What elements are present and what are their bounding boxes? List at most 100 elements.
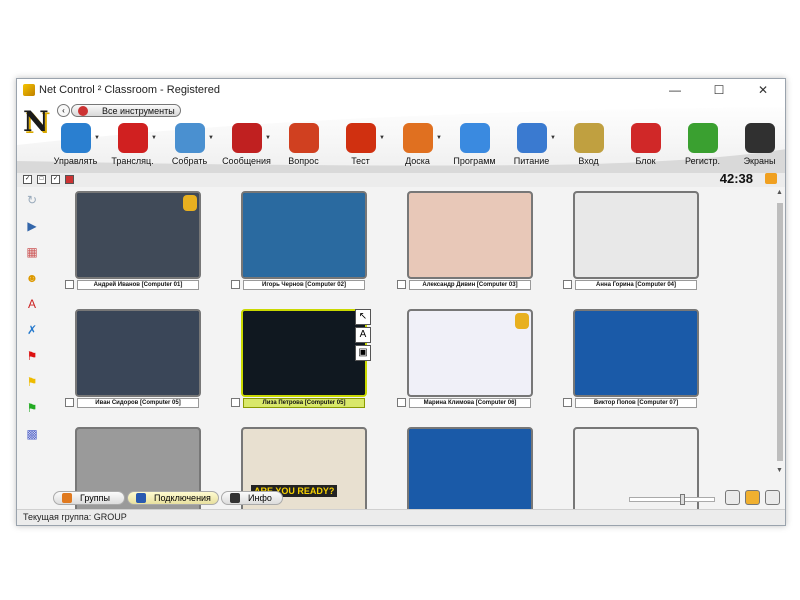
computer-tile[interactable]: Анна Горина [Computer 04] bbox=[561, 191, 711, 291]
thumbnail-size-slider[interactable] bbox=[629, 494, 715, 505]
tile-checkbox[interactable] bbox=[65, 398, 74, 407]
tool-label: Управлять bbox=[53, 156, 98, 166]
screen-thumbnail[interactable] bbox=[407, 191, 533, 279]
tool-button[interactable]: Вопрос bbox=[275, 123, 332, 173]
group-icon[interactable]: ▩ bbox=[23, 425, 41, 443]
tool-label: Экраны bbox=[743, 156, 776, 166]
pointer-icon[interactable]: ↖ bbox=[355, 309, 371, 325]
tool-button[interactable]: Тест ▼ bbox=[332, 123, 389, 173]
tool-label: Вопрос bbox=[288, 156, 319, 166]
select-all-checkbox[interactable]: ✓ bbox=[23, 175, 32, 184]
stop-icon[interactable] bbox=[65, 175, 74, 184]
vertical-scrollbar[interactable]: ▲ ▼ bbox=[775, 189, 785, 477]
tab-info-label: Инфо bbox=[248, 493, 272, 503]
login-icon bbox=[573, 123, 604, 153]
computer-tile[interactable]: Александр Дивин [Computer 03] bbox=[395, 191, 545, 291]
yellow-flag-icon[interactable]: ⚑ bbox=[23, 373, 41, 391]
screen-thumbnail[interactable] bbox=[75, 309, 201, 397]
all-tools-button[interactable]: Все инструменты bbox=[71, 104, 181, 117]
select-none-checkbox[interactable]: □ bbox=[37, 175, 46, 184]
green-flag-icon[interactable]: ⚑ bbox=[23, 399, 41, 417]
tool-button[interactable]: Управлять ▼ bbox=[47, 123, 104, 173]
tool-button[interactable]: Программ bbox=[446, 123, 503, 173]
red-flag-icon[interactable]: ⚑ bbox=[23, 347, 41, 365]
computer-tile[interactable]: Лиза Петрова [Computer 05] ↖ A ▣ bbox=[229, 309, 379, 409]
tool-label: Питание bbox=[513, 156, 550, 166]
chevron-down-icon[interactable]: ▼ bbox=[550, 135, 556, 141]
tile-checkbox[interactable] bbox=[397, 398, 406, 407]
user-button[interactable] bbox=[745, 490, 760, 505]
scroll-down-icon[interactable]: ▼ bbox=[776, 467, 783, 474]
tools-cross-icon[interactable]: ✗ bbox=[23, 321, 41, 339]
screen-icon[interactable]: ▣ bbox=[355, 345, 371, 361]
grid-view-icon[interactable]: ▦ bbox=[23, 243, 41, 261]
tile-checkbox[interactable] bbox=[563, 280, 572, 289]
tile-checkbox[interactable] bbox=[563, 398, 572, 407]
status-text: Текущая группа: GROUP bbox=[23, 512, 127, 522]
tile-checkbox[interactable] bbox=[397, 280, 406, 289]
chevron-down-icon[interactable]: ▼ bbox=[379, 135, 385, 141]
scroll-thumb[interactable] bbox=[777, 203, 783, 461]
bag-icon[interactable] bbox=[765, 173, 777, 184]
invert-checkbox[interactable]: ✓ bbox=[51, 175, 60, 184]
tool-button[interactable]: Вход bbox=[560, 123, 617, 173]
chevron-down-icon[interactable]: ▼ bbox=[94, 135, 100, 141]
chevron-down-icon[interactable]: ▼ bbox=[208, 135, 214, 141]
tool-button[interactable]: Питание ▼ bbox=[503, 123, 560, 173]
layout-button[interactable] bbox=[765, 490, 780, 505]
tab-info[interactable]: Инфо bbox=[221, 491, 283, 505]
screen-thumbnail[interactable] bbox=[573, 309, 699, 397]
text-icon[interactable]: A bbox=[23, 295, 41, 313]
tool-button[interactable]: Сообщения ▼ bbox=[218, 123, 275, 173]
computer-tile[interactable]: Андрей Иванов [Computer 01] bbox=[63, 191, 213, 291]
session-clock: 42:38 bbox=[719, 171, 753, 186]
bottom-tabs: Группы Подключения Инфо bbox=[17, 489, 785, 507]
message-icon bbox=[231, 123, 262, 153]
maximize-button[interactable]: ☐ bbox=[697, 79, 741, 101]
computer-tile[interactable]: Игорь Чернов [Computer 02] bbox=[229, 191, 379, 291]
screens-icon bbox=[744, 123, 775, 153]
tab-groups[interactable]: Группы bbox=[53, 491, 125, 505]
screen-thumbnail[interactable] bbox=[75, 191, 201, 279]
tool-label: Сообщения bbox=[222, 156, 271, 166]
minimize-button[interactable]: — bbox=[653, 79, 697, 101]
tool-label: Вход bbox=[578, 156, 599, 166]
users-icon[interactable]: ☻ bbox=[23, 269, 41, 287]
connections-icon bbox=[136, 493, 146, 503]
computer-tile[interactable]: Виктор Попов [Computer 07] bbox=[561, 309, 711, 409]
tool-button[interactable]: Блок bbox=[617, 123, 674, 173]
close-button[interactable]: ✕ bbox=[741, 79, 785, 101]
tool-button[interactable]: Доска ▼ bbox=[389, 123, 446, 173]
monitor-arrow-icon[interactable]: ▶ bbox=[23, 217, 41, 235]
tool-button[interactable]: Собрать ▼ bbox=[161, 123, 218, 173]
refresh-icon[interactable]: ↻ bbox=[23, 191, 41, 209]
tool-button[interactable]: Регистр. bbox=[674, 123, 731, 173]
tool-button[interactable]: Экраны bbox=[731, 123, 785, 173]
screen-thumbnail[interactable] bbox=[407, 309, 533, 397]
computer-name-label: Марина Климова [Computer 06] bbox=[409, 398, 531, 408]
screen-image bbox=[409, 193, 531, 277]
chevron-down-icon[interactable]: ▼ bbox=[436, 135, 442, 141]
tile-checkbox[interactable] bbox=[65, 280, 74, 289]
tile-checkbox[interactable] bbox=[231, 280, 240, 289]
screen-thumbnail[interactable] bbox=[241, 191, 367, 279]
broadcast-icon bbox=[117, 123, 148, 153]
screen-thumbnail[interactable] bbox=[573, 191, 699, 279]
chevron-down-icon[interactable]: ▼ bbox=[265, 135, 271, 141]
slider-knob[interactable] bbox=[680, 494, 685, 505]
annotate-icon[interactable]: A bbox=[355, 327, 371, 343]
tab-connections[interactable]: Подключения bbox=[127, 491, 219, 505]
tool-button[interactable]: Трансляц. ▼ bbox=[104, 123, 161, 173]
tools-icon bbox=[78, 105, 88, 116]
back-circle-button[interactable]: ‹ bbox=[57, 104, 70, 117]
groups-icon bbox=[62, 493, 72, 503]
scroll-up-icon[interactable]: ▲ bbox=[776, 189, 783, 196]
computer-tile[interactable]: Иван Сидоров [Computer 05] bbox=[63, 309, 213, 409]
computer-name-label: Лиза Петрова [Computer 05] bbox=[243, 398, 365, 408]
tile-checkbox[interactable] bbox=[231, 398, 240, 407]
screen-thumbnail[interactable] bbox=[241, 309, 367, 397]
window-title: Net Control ² Classroom - Registered bbox=[39, 84, 220, 96]
chevron-down-icon[interactable]: ▼ bbox=[151, 135, 157, 141]
computer-tile[interactable]: Марина Климова [Computer 06] bbox=[395, 309, 545, 409]
view-button[interactable] bbox=[725, 490, 740, 505]
